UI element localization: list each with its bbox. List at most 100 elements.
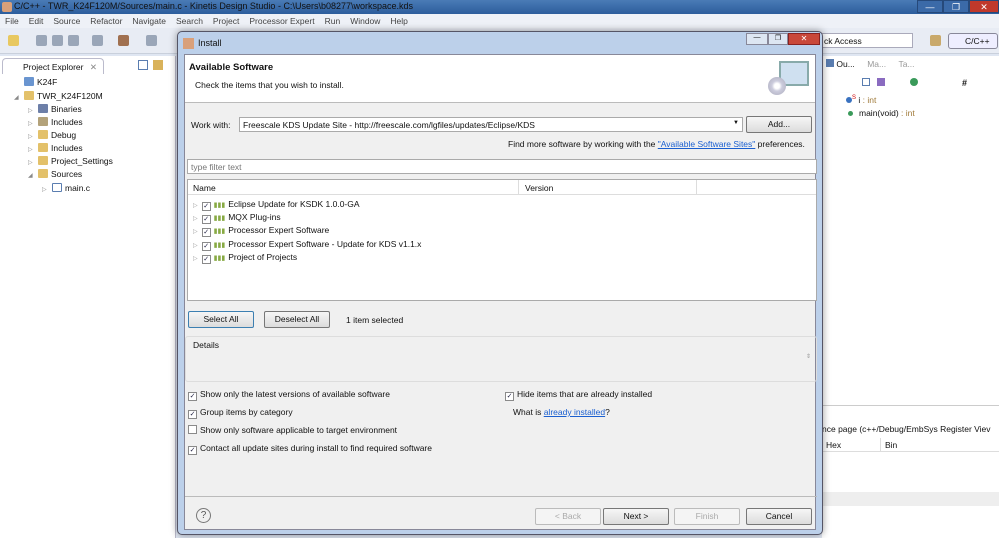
debug-config-icon[interactable] [92,35,103,46]
sort-icon[interactable] [877,78,885,86]
tab-tasks[interactable]: Ta... [898,59,914,69]
menu-edit[interactable]: Edit [24,14,49,28]
tab-outline[interactable]: Ou... [836,59,854,69]
close-tab-icon[interactable]: ✕ [90,62,97,72]
expand-arrow-icon[interactable]: ▷ [193,203,198,209]
tree-item[interactable]: ▷ Includes [28,117,83,127]
expand-arrow-icon[interactable]: ▷ [28,146,38,153]
menu-window[interactable]: Window [345,14,385,28]
item-checkbox[interactable]: ✓ [201,215,211,224]
help-icon[interactable]: ? [196,508,211,523]
tab-make[interactable]: Ma... [867,59,886,69]
option-contact-all-sites[interactable]: ✓ Contact all update sites during install… [188,443,432,455]
item-checkbox[interactable]: ✓ [201,242,211,251]
expand-arrow-icon[interactable]: ◢ [14,94,24,101]
tree-item[interactable]: ◢ Sources [28,169,82,179]
expand-arrow-icon[interactable]: ▷ [28,107,38,114]
option-group-by-category[interactable]: ✓ Group items by category [188,407,293,419]
software-item[interactable]: ▷ ✓ ▮▮▮ Processor Expert Software - Update … [193,239,421,251]
expand-arrow-icon[interactable]: ▷ [193,243,198,249]
close-button[interactable]: ✕ [969,0,999,13]
menu-source[interactable]: Source [48,14,85,28]
collapse-icon[interactable] [862,78,870,86]
add-site-button[interactable]: Add... [746,116,812,133]
item-checkbox[interactable]: ✓ [201,228,211,237]
back-button[interactable]: < Back [535,508,601,525]
perspective-cpp-button[interactable]: C/C++ [948,33,998,49]
expand-arrow-icon[interactable]: ▷ [193,229,198,235]
software-item[interactable]: ▷ ✓ ▮▮▮ Eclipse Update for KSDK 1.0.0-GA [193,199,360,211]
hide-macros-icon[interactable]: # [962,78,967,88]
minimize-button[interactable]: — [917,0,943,13]
option-latest-versions[interactable]: ✓ Show only the latest versions of availa… [188,389,390,401]
hide-nonpublic-icon[interactable] [910,78,918,86]
print-icon[interactable] [68,35,79,46]
checkbox[interactable]: ✓ [188,392,197,401]
new-icon[interactable] [8,35,19,46]
expand-arrow-icon[interactable]: ▷ [28,120,38,127]
column-bin[interactable]: Bin [880,438,901,452]
horizontal-scrollbar[interactable] [822,492,999,506]
expand-arrow-icon[interactable]: ◢ [28,172,38,179]
expand-arrow-icon[interactable]: ▷ [28,133,38,140]
outline-item[interactable]: S i : int [846,95,876,105]
expand-arrow-icon[interactable]: ▷ [28,159,38,166]
item-checkbox[interactable]: ✓ [201,255,211,264]
finish-button[interactable]: Finish [674,508,740,525]
checkbox[interactable]: ✓ [505,392,514,401]
next-button[interactable]: Next > [603,508,669,525]
open-perspective-icon[interactable] [930,35,941,46]
outline-item[interactable]: main(void) : int [848,108,915,118]
checkbox[interactable]: ✓ [188,446,197,455]
collapse-all-icon[interactable] [138,60,148,70]
dialog-minimize-button[interactable]: — [746,33,768,45]
details-scrollbar[interactable]: ⇕ [806,353,812,367]
deselect-all-button[interactable]: Deselect All [264,311,330,328]
column-name[interactable]: Name [193,183,216,193]
filter-input[interactable] [187,159,817,174]
option-hide-installed[interactable]: ✓ Hide items that are already installed [505,389,652,401]
save-icon[interactable] [36,35,47,46]
option-target-environment[interactable]: Show only software applicable to target … [188,425,397,435]
tree-item[interactable]: ▷ main.c [42,183,90,193]
menu-project[interactable]: Project [208,14,244,28]
menu-search[interactable]: Search [171,14,208,28]
tree-item[interactable]: K24F [14,77,57,87]
link-editor-icon[interactable] [153,60,163,70]
maximize-button[interactable]: ❐ [943,0,969,13]
tree-item[interactable]: ▷ Debug [28,130,76,140]
software-item[interactable]: ▷ ✓ ▮▮▮ MQX Plug-ins [193,212,281,224]
menu-run[interactable]: Run [320,14,346,28]
quick-access-input[interactable]: ck Access [820,33,913,48]
dialog-maximize-button[interactable]: ❐ [768,33,788,45]
dialog-close-button[interactable]: ✕ [788,33,820,45]
checkbox[interactable] [188,425,197,434]
available-software-sites-link[interactable]: "Available Software Sites" [658,139,756,149]
checkbox[interactable]: ✓ [188,410,197,419]
software-item[interactable]: ▷ ✓ ▮▮▮ Project of Projects [193,252,297,264]
menu-refactor[interactable]: Refactor [85,14,127,28]
tab-project-explorer[interactable]: Project Explorer ✕ [2,58,104,74]
item-checkbox[interactable]: ✓ [201,202,211,211]
tree-item[interactable]: ▷ Project_Settings [28,156,113,166]
column-hex[interactable]: Hex [826,440,841,450]
tree-item[interactable]: ▷ Includes [28,143,83,153]
menu-file[interactable]: File [0,14,24,28]
column-version[interactable]: Version [518,180,559,195]
binary-icon[interactable] [146,35,157,46]
work-with-combo[interactable]: Freescale KDS Update Site - http://frees… [239,117,743,132]
save-all-icon[interactable] [52,35,63,46]
tree-item[interactable]: ▷ Binaries [28,104,82,114]
already-installed-link[interactable]: already installed [544,407,605,417]
menu-processor-expert[interactable]: Processor Expert [244,14,319,28]
menu-help[interactable]: Help [385,14,412,28]
tree-item[interactable]: ◢ TWR_K24F120M [14,91,103,101]
cancel-button[interactable]: Cancel [746,508,812,525]
expand-arrow-icon[interactable]: ▷ [42,186,52,193]
expand-arrow-icon[interactable]: ▷ [193,256,198,262]
select-all-button[interactable]: Select All [188,311,254,328]
software-item[interactable]: ▷ ✓ ▮▮▮ Processor Expert Software [193,225,329,237]
expand-arrow-icon[interactable]: ▷ [193,216,198,222]
dropdown-arrow-icon[interactable]: ▼ [733,120,739,126]
build-icon[interactable] [118,35,129,46]
